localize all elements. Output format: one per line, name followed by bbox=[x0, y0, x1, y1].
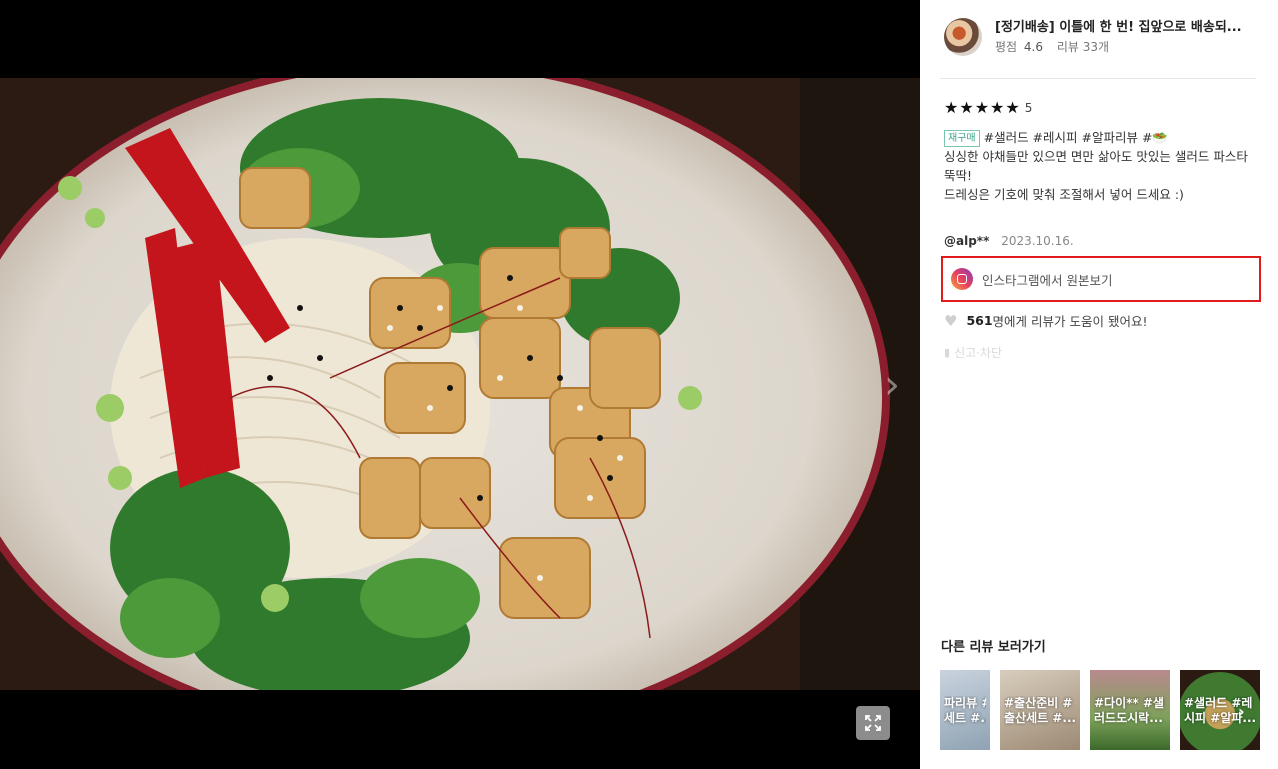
helpful-button[interactable]: ♥ 561 명에게 리뷰가 도움이 됐어요! bbox=[944, 311, 1147, 330]
star-icon: ★ bbox=[959, 98, 974, 117]
other-review-thumb[interactable]: #다이** #샐 러드도시락... bbox=[1090, 670, 1170, 750]
media-viewer: › bbox=[0, 0, 920, 769]
report-label: 신고·차단 bbox=[954, 346, 1003, 360]
report-block-link[interactable]: ▮ 신고·차단 bbox=[944, 344, 1002, 361]
heart-icon[interactable]: ♥ bbox=[944, 312, 957, 330]
other-reviews-title: 다른 리뷰 보러가기 bbox=[941, 640, 1046, 655]
review-panel: [정기배송] 이틀에 한 번! 집앞으로 배송되... 평점 4.6 리뷰 33… bbox=[920, 0, 1278, 769]
review-count: 리뷰 33개 bbox=[1056, 40, 1110, 54]
rating-label: 평점 bbox=[995, 40, 1018, 54]
fullscreen-button[interactable] bbox=[856, 706, 890, 740]
instagram-icon bbox=[951, 268, 973, 290]
chevron-right-icon[interactable]: › bbox=[884, 362, 912, 408]
review-body: 재구매 #샐러드 #레시피 #알파리뷰 #🥗 싱싱한 야채들만 있으면 면만 삶아… bbox=[944, 128, 1254, 204]
expand-icon bbox=[865, 715, 881, 731]
user-block-icon: ▮ bbox=[944, 346, 951, 359]
thumb-caption: 파리뷰 # 세트 #... bbox=[944, 696, 986, 725]
thumb-caption: #샐러드 #레 시피 #알파... bbox=[1184, 696, 1256, 725]
thumb-caption: #출산준비 # 출산세트 #... bbox=[1004, 696, 1076, 725]
other-reviews-carousel: 파리뷰 # 세트 #... #출산준비 # 출산세트 #... #다이** #샐… bbox=[940, 670, 1260, 750]
star-icon: ★ bbox=[1005, 98, 1020, 117]
other-review-thumb[interactable]: #샐러드 #레 시피 #알파... bbox=[1180, 670, 1260, 750]
thumb-caption: #다이** #샐 러드도시락... bbox=[1094, 696, 1164, 725]
review-text-line-2: 드레싱은 기호에 맞춰 조절해서 넣어 드세요 :) bbox=[944, 187, 1184, 202]
product-info: [정기배송] 이틀에 한 번! 집앞으로 배송되... 평점 4.6 리뷰 33… bbox=[995, 18, 1253, 58]
product-title[interactable]: [정기배송] 이틀에 한 번! 집앞으로 배송되... bbox=[995, 18, 1253, 38]
star-icon: ★ bbox=[944, 98, 959, 117]
review-tags: #샐러드 #레시피 #알파리뷰 #🥗 bbox=[983, 130, 1168, 145]
review-photo bbox=[0, 78, 920, 690]
product-header[interactable]: [정기배송] 이틀에 한 번! 집앞으로 배송되... 평점 4.6 리뷰 33… bbox=[944, 18, 1256, 58]
star-rating: ★ ★ ★ ★ ★ 5 bbox=[944, 100, 1032, 116]
salad-pasta-image bbox=[0, 78, 920, 690]
star-icon: ★ bbox=[974, 98, 990, 117]
review-text-line-1: 싱싱한 야채들만 있으면 면만 삶아도 맛있는 샐러드 파스타 뚝딱! bbox=[944, 149, 1248, 183]
other-review-thumb[interactable]: 파리뷰 # 세트 #... bbox=[940, 670, 990, 750]
product-thumbnail[interactable] bbox=[944, 18, 982, 56]
divider bbox=[940, 78, 1256, 79]
helpful-text: 명에게 리뷰가 도움이 됐어요! bbox=[992, 314, 1148, 329]
rating-value: 4.6 bbox=[1023, 40, 1044, 54]
review-author: @alp** 2023.10.16. bbox=[944, 234, 1074, 248]
instagram-original-link[interactable]: 인스타그램에서 원본보기 bbox=[941, 256, 1261, 302]
helpful-count: 561 bbox=[966, 313, 993, 328]
other-review-thumb[interactable]: #출산준비 # 출산세트 #... bbox=[1000, 670, 1080, 750]
review-tags-line: 재구매 #샐러드 #레시피 #알파리뷰 #🥗 bbox=[944, 128, 1254, 147]
star-icon: ★ bbox=[990, 98, 1005, 117]
instagram-link-label: 인스타그램에서 원본보기 bbox=[982, 272, 1113, 288]
rebuy-badge: 재구매 bbox=[944, 130, 980, 147]
author-name: @alp** bbox=[944, 234, 990, 248]
chevron-right-icon[interactable]: › bbox=[1238, 702, 1245, 721]
star-score: 5 bbox=[1024, 101, 1033, 115]
review-date: 2023.10.16. bbox=[1001, 234, 1074, 248]
product-meta: 평점 4.6 리뷰 33개 bbox=[995, 38, 1253, 56]
